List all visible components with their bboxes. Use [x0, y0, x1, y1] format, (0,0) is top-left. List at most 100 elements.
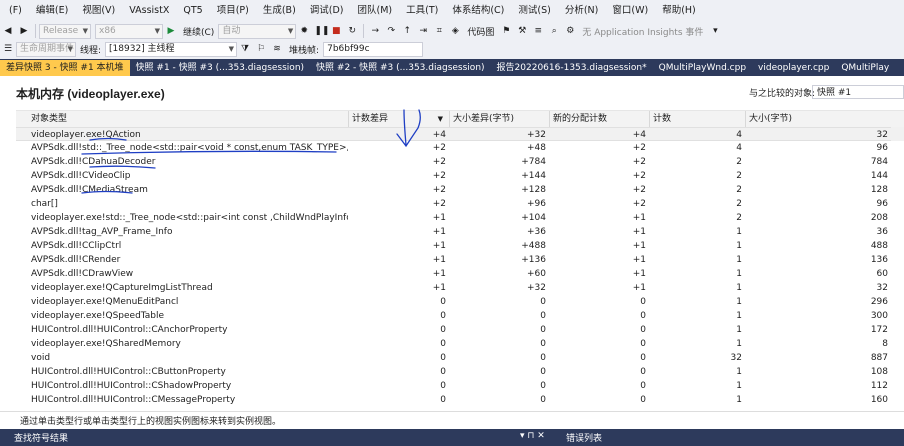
- menu-item[interactable]: 帮助(H): [655, 1, 703, 21]
- compare-label: 与之比较的对象:: [749, 89, 816, 99]
- code-map-button[interactable]: 代码图: [467, 25, 494, 38]
- size-cell: 136: [870, 255, 888, 265]
- find-icon[interactable]: ⌕: [548, 25, 560, 37]
- table-row[interactable]: HUIControl.dll!HUIControl::CButtonProper…: [16, 365, 904, 379]
- size-cell: 300: [870, 311, 888, 321]
- document-tab[interactable]: 快照 #2 - 快照 #3 (...353.diagsession): [310, 60, 491, 76]
- menu-item[interactable]: QT5: [176, 1, 209, 21]
- comment-icon[interactable]: ≡: [532, 25, 544, 37]
- lifecycle-icon[interactable]: ☰: [2, 43, 14, 55]
- panel-options-icon[interactable]: ▾ ⊓ ✕: [520, 431, 545, 441]
- menu-item[interactable]: 体系结构(C): [445, 1, 511, 21]
- insights-icon[interactable]: ⚙: [564, 25, 576, 37]
- tab-active-diff-snapshot[interactable]: 差异快照 3 - 快照 #1 本机堆: [0, 60, 130, 76]
- table-row[interactable]: AVPSdk.dll!CMediaStream +2 +128 +2 2 128: [16, 183, 904, 197]
- flag-icon[interactable]: ⚐: [255, 43, 267, 55]
- back-icon[interactable]: ◀: [2, 25, 14, 37]
- size-cell: 108: [870, 367, 888, 377]
- column-object-type[interactable]: 对象类型: [16, 111, 348, 127]
- table-row[interactable]: AVPSdk.dll!CDrawView +1 +60 +1 1 60: [16, 267, 904, 281]
- count-diff-cell: 0: [440, 395, 446, 405]
- menu-item[interactable]: 工具(T): [399, 1, 445, 21]
- menu-item[interactable]: 项目(P): [210, 1, 256, 21]
- table-row[interactable]: HUIControl.dll!HUIControl::CAnchorProper…: [16, 323, 904, 337]
- continue-button[interactable]: 继续(C): [183, 25, 214, 38]
- menu-item[interactable]: 生成(B): [256, 1, 303, 21]
- count-diff-cell: 0: [440, 297, 446, 307]
- size-diff-cell: +32: [449, 127, 549, 141]
- step-into-icon[interactable]: →: [369, 25, 381, 37]
- tools-icon[interactable]: ⚒: [516, 25, 528, 37]
- table-row[interactable]: HUIControl.dll!HUIControl::CMessagePrope…: [16, 393, 904, 407]
- table-row[interactable]: void 0 0 0 32 887: [16, 351, 904, 365]
- threads-icon[interactable]: ≋: [271, 43, 283, 55]
- table-row[interactable]: AVPSdk.dll!CDahuaDecoder +2 +784 +2 2 784: [16, 155, 904, 169]
- object-type-cell: videoplayer.exe!QSpeedTable: [31, 311, 165, 321]
- separator: [363, 24, 365, 38]
- step-over-icon[interactable]: ↷: [385, 25, 397, 37]
- table-row[interactable]: AVPSdk.dll!CClipCtrl +1 +488 +1 1 488: [16, 239, 904, 253]
- chevron-down-icon[interactable]: ▾: [709, 25, 721, 37]
- stack-frame-select[interactable]: 7b6bf99c: [323, 41, 424, 57]
- auto-select[interactable]: 自动 ▼: [218, 23, 297, 39]
- pause-icon[interactable]: ❚❚: [314, 25, 329, 37]
- platform-select[interactable]: x86 ▼: [95, 23, 163, 39]
- column-new-allocations[interactable]: 新的分配计数: [549, 111, 649, 127]
- compare-select[interactable]: 快照 #1: [812, 85, 904, 99]
- insights-label[interactable]: 无 Application Insights 事件: [582, 25, 703, 38]
- find-symbol-results-tab[interactable]: 查找符号结果: [14, 431, 68, 444]
- menu-item[interactable]: 窗口(W): [605, 1, 655, 21]
- flame-icon[interactable]: ✹: [298, 25, 310, 37]
- table-row[interactable]: videoplayer.exe!std::_Tree_node<std::pai…: [16, 211, 904, 225]
- document-tab[interactable]: QMultiPlayWnd.cpp: [653, 60, 752, 76]
- count-cell: 4: [736, 143, 742, 153]
- play-icon[interactable]: ▶: [165, 25, 177, 37]
- document-tab[interactable]: 快照 #1 - 快照 #3 (...353.diagsession): [130, 60, 311, 76]
- table-row[interactable]: AVPSdk.dll!CRender +1 +136 +1 1 136: [16, 253, 904, 267]
- thread-select[interactable]: [18932] 主线程 ▼: [105, 41, 238, 57]
- table-row[interactable]: videoplayer.exe!QCaptureImgListThread +1 +…: [16, 281, 904, 295]
- menu-item[interactable]: VAssistX: [122, 1, 176, 21]
- restart-icon[interactable]: ↻: [346, 25, 358, 37]
- size-diff-cell: 0: [540, 381, 546, 391]
- object-type-cell: AVPSdk.dll!CDahuaDecoder: [31, 157, 156, 167]
- table-row[interactable]: AVPSdk.dll!CVideoClip +2 +144 +2 2 144: [16, 169, 904, 183]
- column-count[interactable]: 计数: [649, 111, 745, 127]
- menu-item[interactable]: 分析(N): [558, 1, 606, 21]
- menu-item[interactable]: 编辑(E): [29, 1, 75, 21]
- show-next-icon[interactable]: ⇥: [417, 25, 429, 37]
- table-row[interactable]: AVPSdk.dll!std::_Tree_node<std::pair<voi…: [16, 141, 904, 155]
- code-map-icon[interactable]: ◈: [449, 25, 461, 37]
- count-cell: 1: [736, 255, 742, 265]
- column-size[interactable]: 大小(字节): [745, 111, 904, 127]
- menu-item[interactable]: 视图(V): [75, 1, 122, 21]
- menu-item[interactable]: (F): [2, 1, 29, 21]
- lifecycle-events-select[interactable]: 生命周期事件 ▼: [16, 41, 76, 57]
- column-count-diff[interactable]: 计数差异 ▼: [348, 111, 449, 127]
- stop-icon[interactable]: ■: [330, 25, 342, 37]
- step-out-icon[interactable]: ↑: [401, 25, 413, 37]
- table-row[interactable]: char[] +2 +96 +2 2 96: [16, 197, 904, 211]
- table-row[interactable]: videoplayer.exe!QSharedMemory 0 0 0 1 8: [16, 337, 904, 351]
- column-size-diff[interactable]: 大小差异(字节): [449, 111, 549, 127]
- error-list-tab[interactable]: 错误列表: [566, 431, 602, 444]
- table-row[interactable]: HUIControl.dll!HUIControl::CShadowProper…: [16, 379, 904, 393]
- menu-item[interactable]: 调试(D): [303, 1, 351, 21]
- table-row[interactable]: videoplayer.exe!QSpeedTable 0 0 0 1 300: [16, 309, 904, 323]
- document-tab[interactable]: videoplayer.cpp: [752, 60, 835, 76]
- table-row[interactable]: AVPSdk.dll!tag_AVP_Frame_Info +1 +36 +1 1 36: [16, 225, 904, 239]
- auto-value: 自动: [222, 25, 241, 36]
- filter-icon[interactable]: ⧩: [239, 43, 251, 55]
- table-row[interactable]: videoplayer.exe!QAction +4 +32 +4 4 32: [16, 127, 904, 141]
- forward-icon[interactable]: ▶: [18, 25, 30, 37]
- table-row[interactable]: videoplayer.exe!QMenuEditPancl 0 0 0 1 296: [16, 295, 904, 309]
- bookmark-icon[interactable]: ⚑: [500, 25, 512, 37]
- configuration-select[interactable]: Release ▼: [39, 23, 91, 39]
- document-tab[interactable]: QMultiPlay: [835, 60, 895, 76]
- stack-frame-label: 堆栈帧:: [289, 45, 320, 56]
- document-tab[interactable]: 报告20220616-1353.diagsession*: [491, 60, 653, 76]
- menu-item[interactable]: 团队(M): [351, 1, 400, 21]
- menu-item[interactable]: 测试(S): [511, 1, 557, 21]
- count-diff-cell: 0: [440, 353, 446, 363]
- hex-icon[interactable]: ⌗: [433, 25, 445, 37]
